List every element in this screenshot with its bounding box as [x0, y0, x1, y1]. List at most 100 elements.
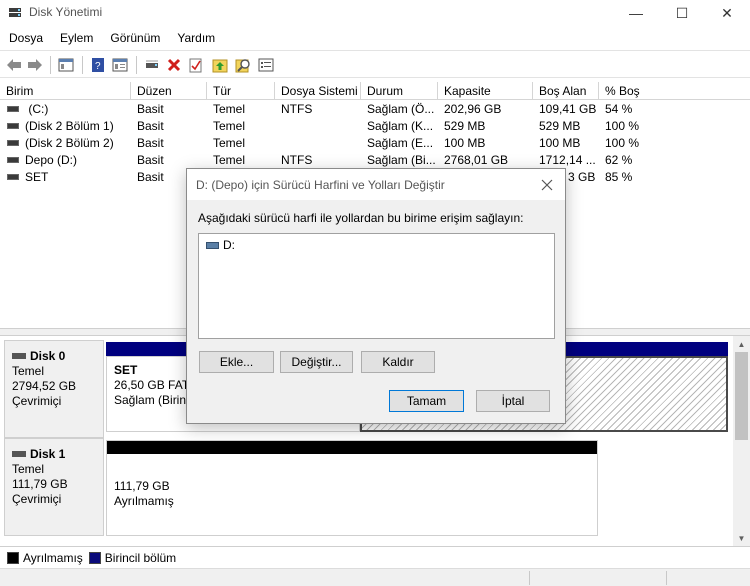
unallocated-bar [107, 441, 597, 454]
disk-status: Çevrimiçi [12, 492, 62, 506]
volume-name: (Disk 2 Bölüm 1) [25, 119, 114, 133]
column-header-duzen[interactable]: Düzen [131, 82, 207, 100]
disk-0-label[interactable]: Disk 0 Temel 2794,52 GB Çevrimiçi [4, 340, 104, 438]
volume-type: Temel [213, 102, 246, 116]
volume-type: Temel [213, 119, 246, 133]
scroll-up-icon[interactable]: ▲ [733, 336, 750, 352]
title-bar: Disk Yönetimi — ☐ ✕ [0, 0, 750, 26]
volume-free-space: 3 GB [568, 170, 596, 184]
dialog-close-icon[interactable] [535, 173, 559, 197]
back-icon[interactable] [4, 55, 24, 75]
checkmark-icon[interactable] [186, 55, 206, 75]
dialog-title: D: (Depo) için Sürücü Harfini ve Yolları… [196, 178, 445, 192]
maximize-button[interactable]: ☐ [659, 0, 705, 26]
connect-icon[interactable] [142, 55, 162, 75]
menu-bar: Dosya Eylem Görünüm Yardım [0, 28, 223, 48]
column-header-tur[interactable]: Tür [207, 82, 275, 100]
volume-status: Sağlam (Bi... [367, 153, 436, 167]
svg-text:?: ? [95, 61, 101, 72]
volume-list-header: Birim Düzen Tür Dosya Sistemi Durum Kapa… [0, 82, 750, 100]
legend-label: Ayrılmamış [23, 550, 83, 565]
column-header-dosya-sistemi[interactable]: Dosya Sistemi [275, 82, 361, 100]
volume-row[interactable]: (Disk 2 Bölüm 2) Basit Temel Sağlam (E..… [0, 135, 750, 152]
volume-type: Temel [213, 153, 246, 167]
column-header-kapasite[interactable]: Kapasite [438, 82, 533, 100]
drive-paths-list[interactable]: D: [198, 233, 555, 339]
menu-yardim[interactable]: Yardım [168, 28, 223, 48]
forward-icon[interactable] [25, 55, 45, 75]
toolbar-separator [82, 56, 83, 74]
dialog-description: Aşağıdaki sürücü harfi ile yollardan bu … [198, 211, 524, 225]
legend: Ayrılmamış Birincil bölüm [0, 546, 750, 568]
volume-layout: Basit [137, 119, 164, 133]
toolbar-separator [50, 56, 51, 74]
settings-list-icon[interactable] [256, 55, 276, 75]
delete-icon[interactable] [164, 55, 184, 75]
drive-path-item[interactable]: D: [206, 238, 235, 252]
status-divider [529, 571, 530, 585]
search-icon[interactable] [233, 55, 253, 75]
legend-primary: Birincil bölüm [88, 550, 177, 565]
menu-dosya[interactable]: Dosya [0, 28, 51, 48]
volume-file-system [281, 135, 361, 152]
menu-gorunum[interactable]: Görünüm [101, 28, 168, 48]
column-header-durum[interactable]: Durum [361, 82, 438, 100]
volume-layout: Basit [137, 153, 164, 167]
disk-management-app-icon [9, 8, 21, 17]
change-drive-letter-dialog: D: (Depo) için Sürücü Harfini ve Yolları… [186, 168, 566, 424]
cancel-button[interactable]: İptal [476, 390, 550, 412]
legend-label: Birincil bölüm [104, 550, 177, 565]
window-title: Disk Yönetimi [29, 5, 103, 19]
scroll-down-icon[interactable]: ▼ [733, 530, 750, 546]
disk-1-label[interactable]: Disk 1 Temel 111,79 GB Çevrimiçi [4, 438, 104, 536]
legend-swatch [88, 551, 101, 564]
disk-size: 111,79 GB [12, 477, 68, 491]
column-header-bos-alan[interactable]: Boş Alan [533, 82, 599, 100]
volume-capacity: 100 MB [444, 136, 486, 150]
partition-status: Sağlam (Birinc [114, 393, 193, 407]
toolbar-separator [136, 56, 137, 74]
disk-icon [12, 450, 26, 457]
rescan-icon[interactable] [210, 55, 230, 75]
volume-file-system: NTFS [281, 153, 313, 167]
volume-file-system: NTFS [281, 102, 313, 116]
volume-free-space: 109,41 GB [539, 102, 597, 116]
column-header-yuzde-bos[interactable]: % Boş [599, 82, 750, 100]
remove-button[interactable]: Kaldır [361, 351, 435, 373]
properties-icon[interactable] [110, 55, 130, 75]
volume-icon [7, 156, 19, 163]
add-button[interactable]: Ekle... [199, 351, 274, 373]
volume-status: Sağlam (Ö... [367, 102, 435, 116]
dialog-title-bar: D: (Depo) için Sürücü Harfini ve Yolları… [187, 169, 565, 200]
disk-size: 2794,52 GB [12, 379, 77, 393]
volume-percent-free: 100 % [605, 119, 640, 133]
volume-percent-free: 54 % [605, 102, 633, 116]
volume-name: (C:) [25, 102, 49, 116]
close-button[interactable]: ✕ [704, 0, 750, 26]
column-header-birim[interactable]: Birim [0, 82, 131, 100]
scroll-thumb[interactable] [735, 352, 748, 440]
volume-type: Temel [213, 136, 246, 150]
menu-eylem[interactable]: Eylem [51, 28, 101, 48]
ok-button[interactable]: Tamam [389, 390, 464, 412]
partition-name: SET [114, 363, 138, 377]
volume-row[interactable]: (Disk 2 Bölüm 1) Basit Temel Sağlam (K..… [0, 118, 750, 135]
volume-file-system [281, 118, 361, 135]
disk-status: Çevrimiçi [12, 394, 62, 408]
volume-free-space: 1712,14 ... [539, 153, 596, 167]
console-tree-icon[interactable] [56, 55, 76, 75]
disk-name: Disk 1 [30, 447, 66, 461]
partition-size: 111,79 GB [114, 479, 170, 493]
change-button[interactable]: Değiştir... [280, 351, 353, 373]
partition-unallocated[interactable]: 111,79 GB Ayrılmamış [106, 440, 598, 536]
legend-unallocated: Ayrılmamış [7, 551, 83, 565]
volume-capacity: 2768,01 GB [444, 153, 509, 167]
minimize-button[interactable]: — [613, 0, 659, 26]
disk-pane-scrollbar[interactable]: ▲ ▼ [733, 336, 750, 546]
disk-icon [12, 352, 26, 359]
volume-row[interactable]: (C:) Basit Temel NTFS Sağlam (Ö... 202,9… [0, 101, 750, 118]
help-icon[interactable]: ? [88, 55, 108, 75]
drive-path-label: D: [223, 238, 235, 252]
volume-capacity: 202,96 GB [444, 102, 502, 116]
volume-row[interactable]: Depo (D:) Basit Temel NTFS Sağlam (Bi...… [0, 152, 750, 169]
